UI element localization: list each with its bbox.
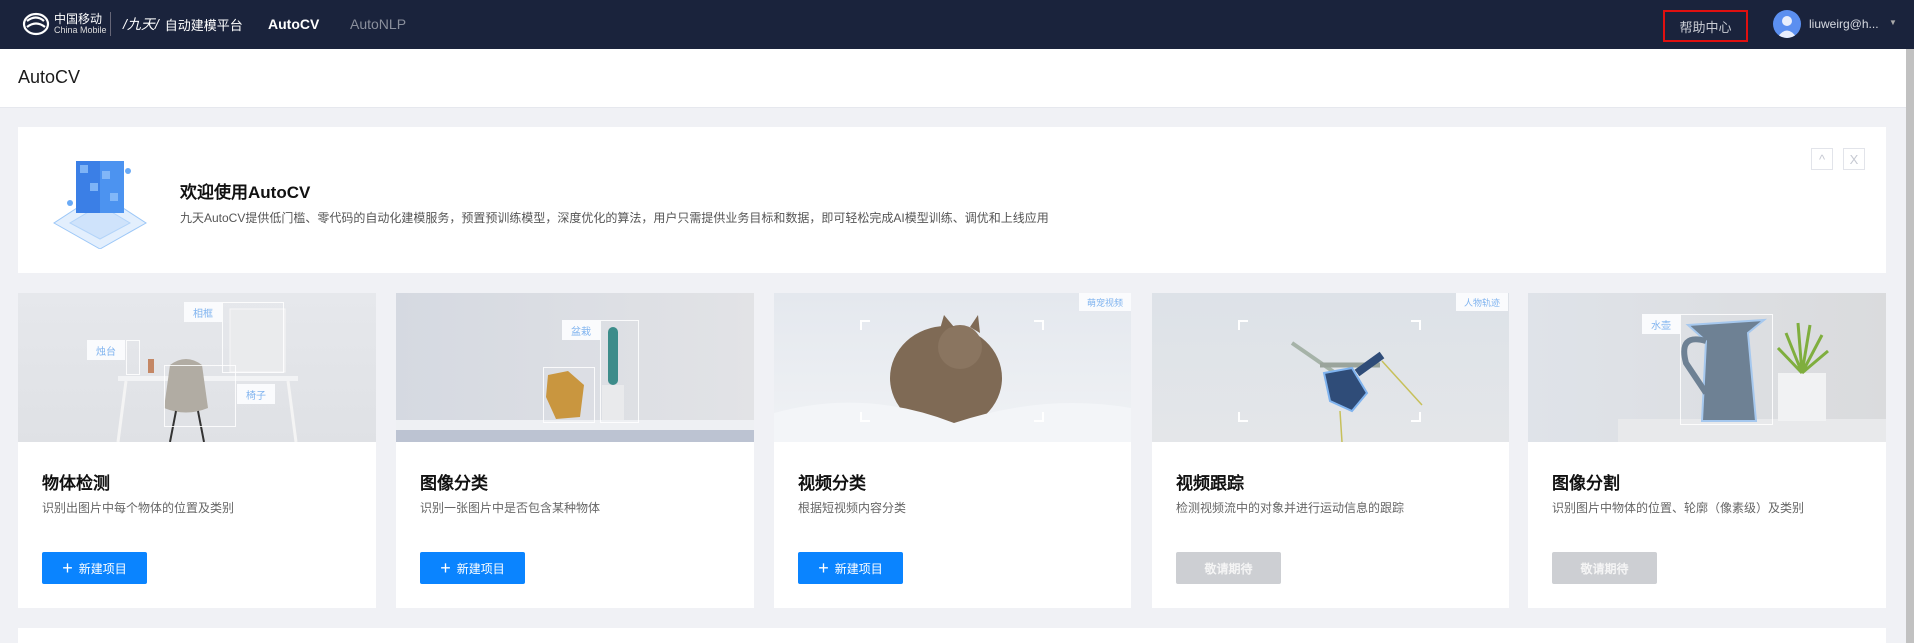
video-classification-image: 萌宠视频 [774,293,1131,442]
platform-brand: /九天/ 自动建模平台 [123,14,243,34]
card-title: 视频跟踪 [1176,474,1244,493]
tag-photo-frame: 相框 [184,302,222,322]
next-section-panel [18,628,1886,643]
user-avatar[interactable] [1773,10,1801,38]
page-title: AutoCV [18,67,81,87]
china-mobile-icon [22,12,50,36]
page-header: AutoCV [0,49,1906,108]
button-label: 新建项目 [78,561,127,576]
cube-illustration-icon [53,161,147,249]
tag-pitcher: 水壶 [1642,314,1680,334]
welcome-title: 欢迎使用AutoCV [180,183,311,202]
user-icon [1777,16,1797,38]
plus-icon: + [818,558,829,578]
welcome-banner: 欢迎使用AutoCV 九天AutoCV提供低门槛、零代码的自动化建模服务，预置预… [18,127,1886,273]
welcome-description: 九天AutoCV提供低门槛、零代码的自动化建模服务，预置预训练模型，深度优化的算… [180,211,1049,225]
card-object-detection[interactable]: 相框 烛台 椅子 物体检测 识别出图片中每个物体的位置及类别 + 新建项目 [18,293,376,608]
card-description: 识别出图片中每个物体的位置及类别 [42,501,235,515]
logo-cn: 中国移动 [54,12,103,26]
card-video-classification[interactable]: 萌宠视频 视频分类 根据短视频内容分类 + 新建项目 [774,293,1131,608]
card-description: 根据短视频内容分类 [798,501,907,515]
coming-soon-button: 敬请期待 [1552,552,1657,584]
nav-autocv[interactable]: AutoCV [268,16,319,32]
button-label: 新建项目 [456,561,505,576]
card-title: 物体检测 [42,474,110,493]
image-segmentation-image: 水壶 [1528,293,1886,442]
caret-down-icon[interactable]: ▼ [1889,18,1897,27]
new-project-button[interactable]: + 新建项目 [42,552,147,584]
cat-in-snow-icon [774,315,1131,442]
new-project-button[interactable]: + 新建项目 [420,552,525,584]
video-tracking-image: 人物轨迹 [1152,293,1509,442]
top-nav: 中国移动 China Mobile /九天/ 自动建模平台 AutoCV Aut… [0,0,1914,49]
tag-potted-plant: 盆栽 [562,320,600,340]
logo-en: China Mobile [54,25,107,35]
username[interactable]: liuweirg@h... [1809,17,1879,31]
button-label: 新建项目 [834,561,883,576]
plus-icon: + [62,558,73,578]
close-button[interactable]: X [1843,148,1865,170]
collapse-button[interactable]: ^ [1811,148,1833,170]
card-video-tracking: 人物轨迹 视频跟踪 检测视频流中的对象并进行运动信息的跟踪 敬请期待 [1152,293,1509,608]
help-center-link[interactable]: 帮助中心 [1663,10,1748,42]
card-title: 视频分类 [798,474,866,493]
plus-icon: + [440,558,451,578]
tag-person-trajectory: 人物轨迹 [1456,293,1508,311]
card-title: 图像分类 [420,474,488,493]
card-description: 识别一张图片中是否包含某种物体 [420,501,601,515]
skier-icon [1290,341,1423,442]
tag-chair: 椅子 [237,384,275,404]
coming-soon-button: 敬请期待 [1176,552,1281,584]
chevron-up-icon: ^ [1818,151,1826,167]
jiutian-logo-icon: /九天/ [123,16,159,32]
logo-divider [110,12,111,36]
tag-candlestick: 烛台 [87,340,125,360]
page-scrollbar[interactable] [1906,49,1914,643]
tag-pet-video: 萌宠视频 [1079,293,1131,311]
card-title: 图像分割 [1552,474,1620,493]
object-detection-image: 相框 烛台 椅子 [18,293,376,442]
nav-autonlp[interactable]: AutoNLP [350,16,406,32]
card-image-classification[interactable]: 盆栽 图像分类 识别一张图片中是否包含某种物体 + 新建项目 [396,293,754,608]
close-icon: X [1849,151,1859,167]
card-image-segmentation: 水壶 图像分割 识别图片中物体的位置、轮廓（像素级）及类别 敬请期待 [1528,293,1886,608]
card-description: 识别图片中物体的位置、轮廓（像素级）及类别 [1552,501,1805,515]
china-mobile-logo[interactable]: 中国移动 China Mobile [22,12,107,36]
card-description: 检测视频流中的对象并进行运动信息的跟踪 [1176,501,1405,515]
platform-name: 自动建模平台 [164,17,243,33]
new-project-button[interactable]: + 新建项目 [798,552,903,584]
image-classification-image: 盆栽 [396,293,754,442]
